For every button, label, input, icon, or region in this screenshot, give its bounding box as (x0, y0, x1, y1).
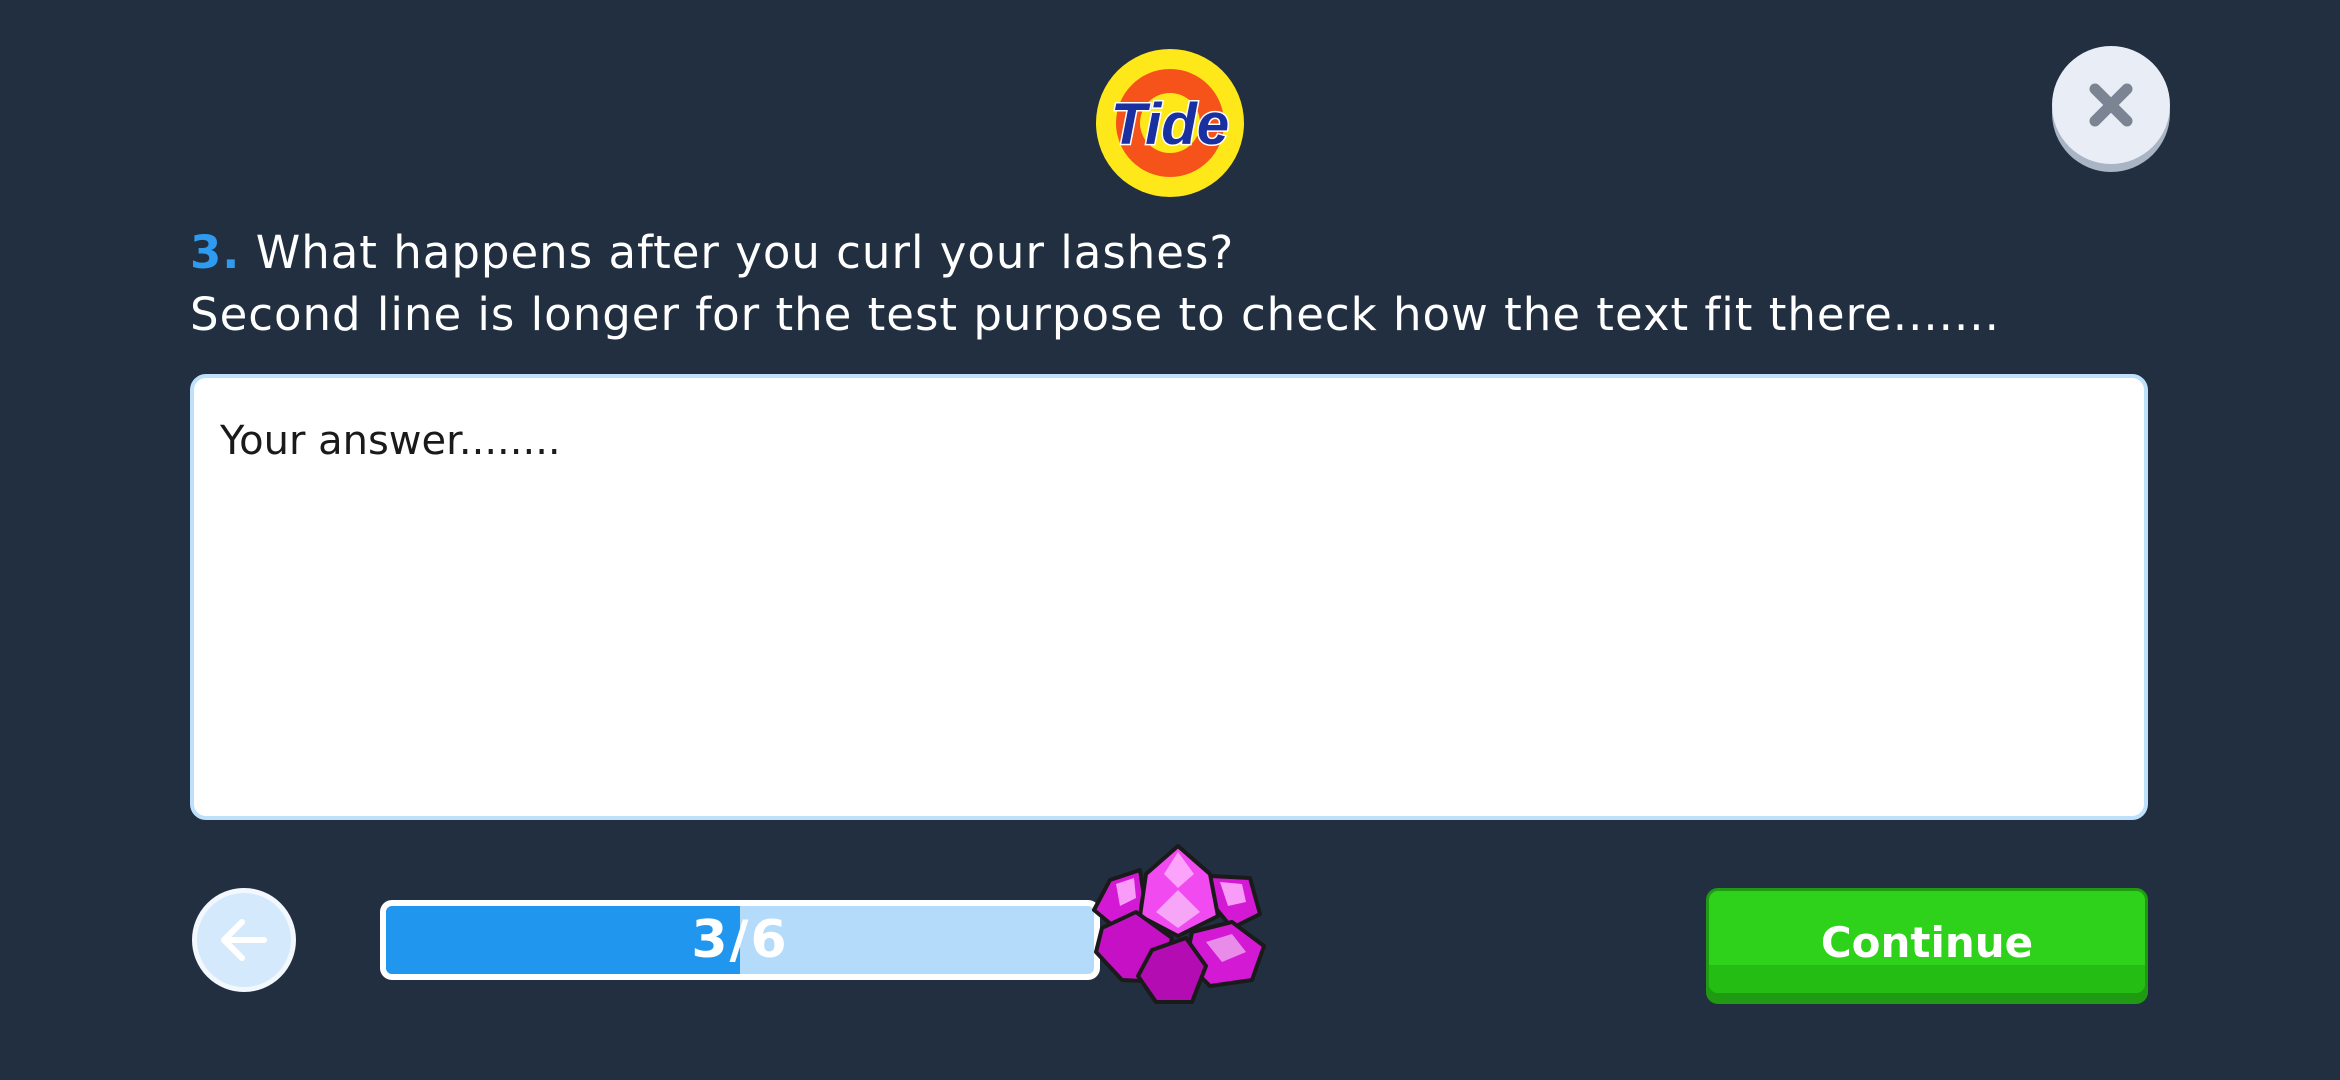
arrow-left-icon (221, 919, 267, 961)
continue-button[interactable]: Continue (1706, 888, 2148, 996)
continue-label: Continue (1820, 917, 2034, 967)
close-icon (2089, 83, 2133, 127)
question-line-2: Second line is longer for the test purpo… (190, 288, 2000, 341)
tide-logo: Tide (1095, 48, 1245, 198)
question-line-1: 3. What happens after you curl your lash… (190, 222, 2190, 284)
logo-text: Tide (1111, 92, 1229, 157)
back-button[interactable] (192, 888, 296, 992)
question-number: 3. (190, 226, 241, 279)
close-button[interactable] (2052, 46, 2170, 164)
gem-icon (1082, 840, 1274, 1010)
question-text: 3. What happens after you curl your lash… (190, 222, 2190, 346)
question-title: What happens after you curl your lashes? (255, 226, 1235, 279)
progress-label: 3/6 (691, 910, 789, 970)
progress-bar: 3/6 (380, 900, 1100, 980)
answer-input[interactable] (190, 374, 2148, 820)
